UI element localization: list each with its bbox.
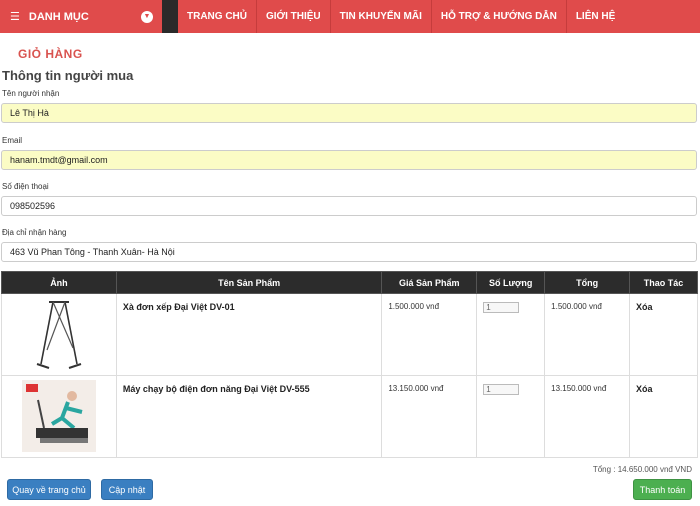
menu-item-home[interactable]: TRANG CHỦ [178, 0, 257, 33]
table-row: Xà đơn xếp Đại Việt DV-01 1.500.000 vnđ … [1, 293, 698, 376]
product-price: 1.500.000 vnđ [381, 293, 478, 376]
quantity-cell: 1 [476, 375, 546, 458]
table-row: Máy chạy bộ điện đơn năng Đại Việt DV-55… [1, 375, 698, 458]
cart-title: GIỎ HÀNG [18, 47, 83, 61]
buyer-section-title: Thông tin người mua [2, 68, 134, 83]
product-name[interactable]: Máy chạy bộ điện đơn năng Đại Việt DV-55… [115, 375, 383, 458]
col-total: Tổng [544, 271, 631, 294]
phone-input[interactable]: 098502596 [1, 196, 697, 216]
delete-link[interactable]: Xóa [629, 293, 698, 376]
menu-item-about[interactable]: GIỚI THIỆU [257, 0, 331, 33]
chevron-down-icon: ▼ [141, 10, 153, 23]
quantity-input[interactable]: 1 [483, 302, 520, 313]
category-label: DANH MỤC [28, 10, 89, 23]
quantity-input[interactable]: 1 [483, 384, 520, 395]
address-input[interactable]: 463 Vũ Phan Tông - Thanh Xuân- Hà Nội [1, 242, 697, 262]
product-image [1, 375, 117, 458]
col-quantity: Số Lượng [476, 271, 546, 294]
email-input[interactable]: hanam.tmdt@gmail.com [1, 150, 697, 170]
product-image [1, 293, 117, 376]
cart-total: Tổng : 14.650.000 vnđ VND [592, 465, 692, 474]
quantity-cell: 1 [476, 293, 546, 376]
menu-item-contact[interactable]: LIÊN HỆ [567, 0, 624, 33]
name-input[interactable]: Lê Thị Hà [1, 103, 697, 123]
product-name[interactable]: Xà đơn xếp Đại Việt DV-01 [115, 293, 383, 376]
col-product-name: Tên Sản Phẩm [115, 271, 383, 294]
pullup-bar-image [36, 300, 82, 369]
name-label: Tên người nhận [2, 89, 60, 98]
product-total: 13.150.000 vnđ [544, 375, 631, 458]
col-price: Giá Sản Phẩm [381, 271, 478, 294]
product-total: 1.500.000 vnđ [544, 293, 631, 376]
update-button[interactable]: Cập nhật [101, 479, 153, 500]
category-menu-button[interactable]: ☰ DANH MỤC ▼ [0, 0, 162, 33]
nav-divider [162, 0, 178, 33]
treadmill-image [21, 379, 96, 452]
delete-link[interactable]: Xóa [629, 375, 698, 458]
product-price: 13.150.000 vnđ [381, 375, 478, 458]
col-image: Ảnh [1, 271, 117, 294]
address-label: Địa chỉ nhận hàng [2, 228, 67, 237]
checkout-button[interactable]: Thanh toán [633, 479, 692, 500]
table-header-row: Ảnh Tên Sản Phẩm Giá Sản Phẩm Số Lượng T… [1, 271, 698, 294]
hamburger-icon: ☰ [10, 11, 20, 23]
menu-item-promotions[interactable]: TIN KHUYẾN MÃI [331, 0, 432, 33]
menu-item-support[interactable]: HỖ TRỢ & HƯỚNG DẪN [432, 0, 567, 33]
phone-label: Số điện thoại [2, 182, 49, 191]
col-actions: Thao Tác [629, 271, 698, 294]
email-label: Email [2, 136, 23, 145]
cart-table: Ảnh Tên Sản Phẩm Giá Sản Phẩm Số Lượng T… [1, 271, 698, 458]
main-menu: TRANG CHỦ GIỚI THIỆU TIN KHUYẾN MÃI HỖ T… [178, 0, 700, 33]
back-home-button[interactable]: Quay về trang chủ [7, 479, 91, 500]
top-navigation: ☰ DANH MỤC ▼ TRANG CHỦ GIỚI THIỆU TIN KH… [0, 0, 700, 33]
